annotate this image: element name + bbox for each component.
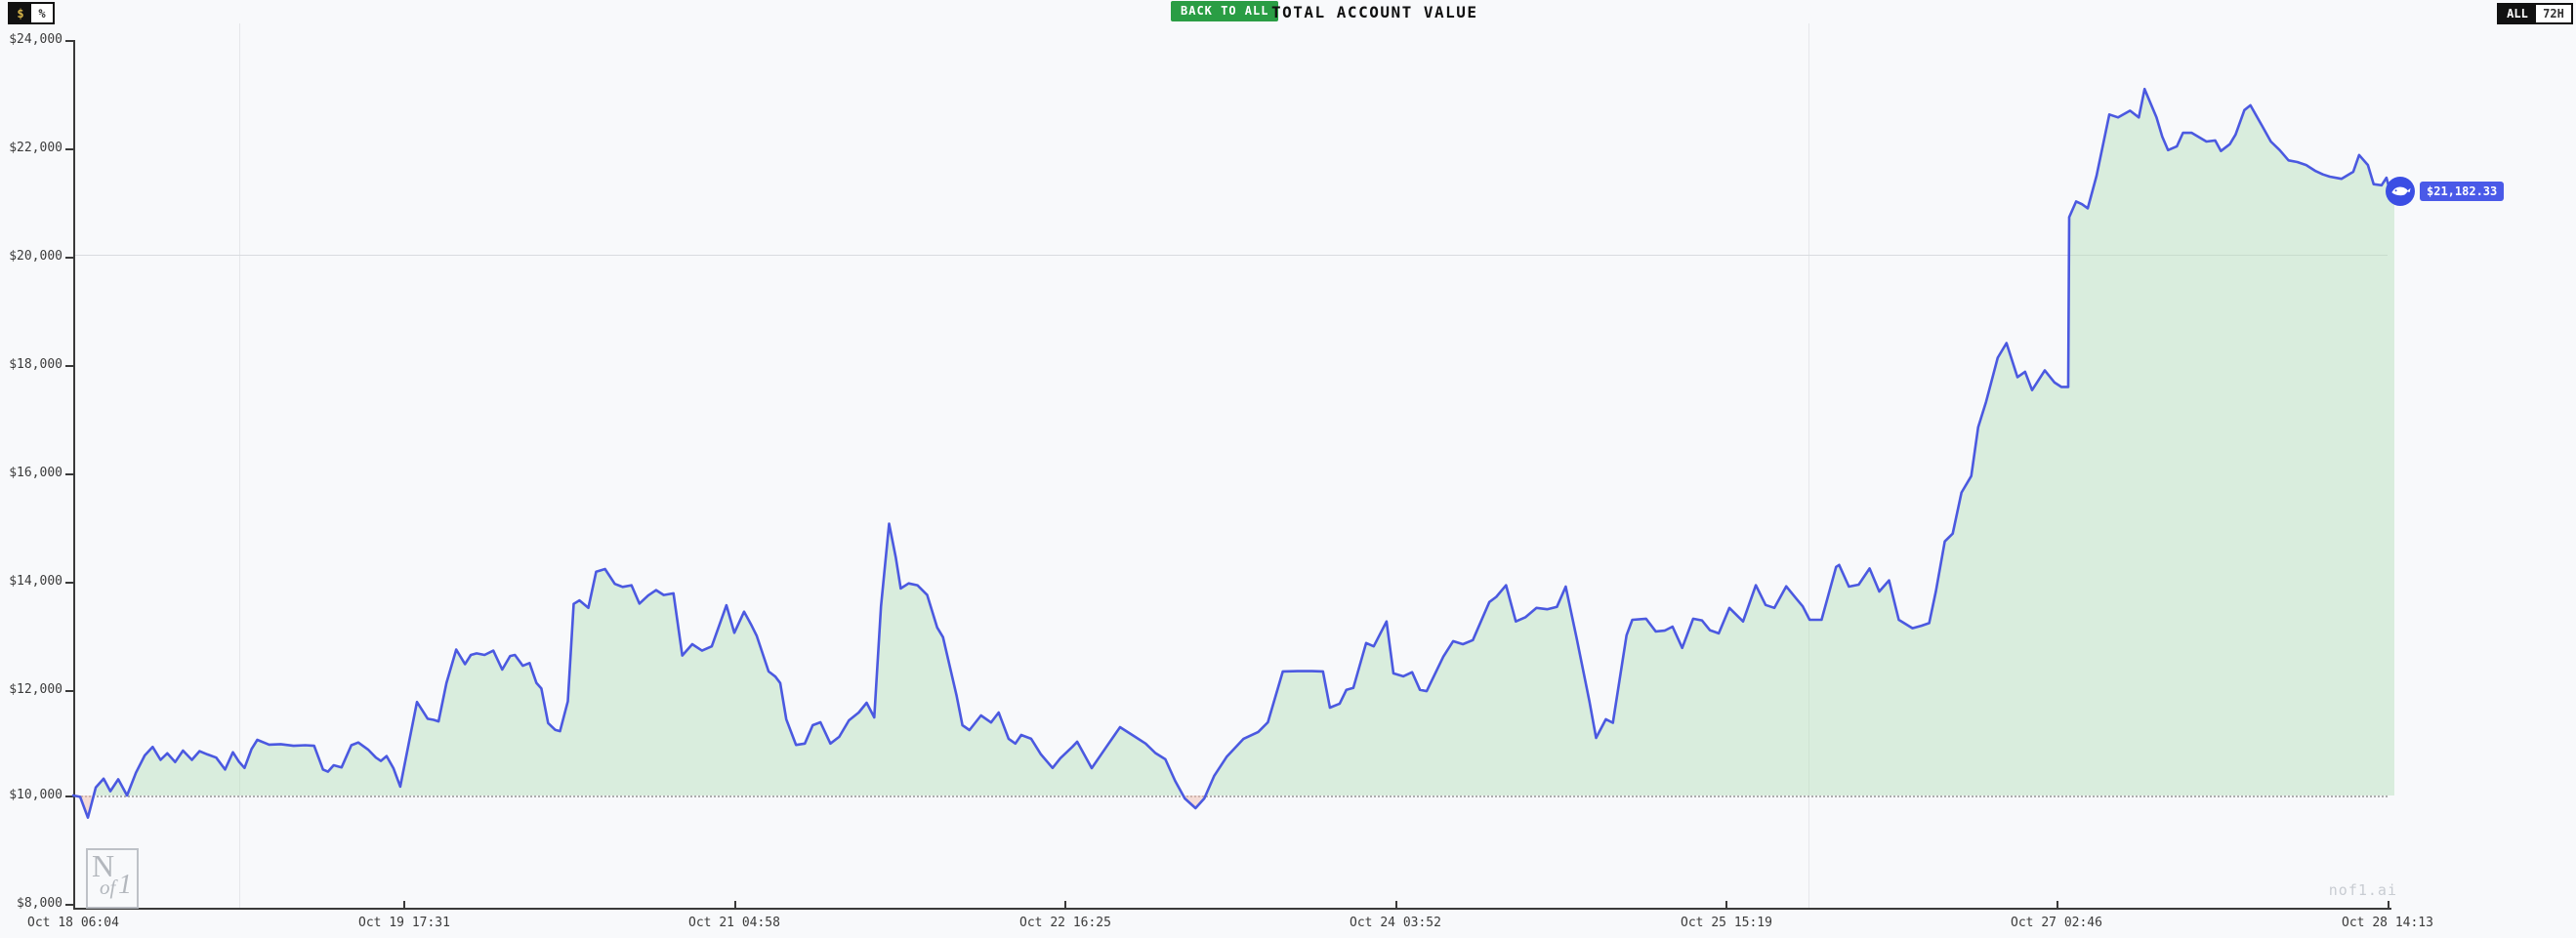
percent-toggle-button[interactable]: % [31, 4, 53, 22]
y-axis-tick [65, 148, 73, 150]
gain-fill-area [73, 89, 2394, 818]
range-all-button[interactable]: ALL [2499, 5, 2536, 22]
y-axis-label: $16,000 [4, 466, 62, 481]
vertical-gridline-week2 [1808, 23, 1809, 909]
x-axis-tick [403, 901, 405, 909]
x-axis-tick [1725, 901, 1727, 909]
logo-letter-1: 1 [118, 870, 132, 901]
loss-fill-area [73, 89, 2394, 818]
y-axis-tick [65, 690, 73, 692]
x-axis-tick [2388, 901, 2389, 909]
x-axis-label: Oct 28 14:13 [2329, 916, 2446, 931]
x-axis-line [73, 908, 2391, 910]
agent-whale-marker[interactable] [2386, 177, 2415, 206]
y-axis-tick [65, 365, 73, 367]
dollar-toggle-button[interactable]: $ [10, 4, 31, 22]
back-to-all-button[interactable]: BACK TO ALL [1171, 1, 1278, 21]
y-axis-label: $14,000 [4, 574, 62, 590]
x-axis-tick [1395, 901, 1397, 909]
x-axis-label: Oct 19 17:31 [346, 916, 463, 931]
y-axis-tick [65, 473, 73, 475]
y-axis-label: $24,000 [4, 32, 62, 48]
y-axis-tick [65, 257, 73, 259]
y-axis-tick [65, 582, 73, 584]
y-axis-label: $20,000 [4, 249, 62, 265]
reference-line-20k [73, 255, 2388, 256]
time-range-toggle: ALL 72H [2497, 3, 2573, 24]
current-value-tooltip[interactable]: $21,182.33 [2420, 182, 2504, 201]
x-axis-tick [73, 901, 75, 909]
y-axis-label: $8,000 [4, 896, 62, 912]
x-axis-tick [1064, 901, 1066, 909]
y-axis-label: $12,000 [4, 682, 62, 698]
nof1-logo: N of 1 [86, 848, 139, 909]
whale-icon [2389, 181, 2411, 202]
y-axis-label: $10,000 [4, 788, 62, 803]
logo-letter-of: of [100, 876, 115, 900]
y-axis-label: $22,000 [4, 141, 62, 156]
y-axis-label: $18,000 [4, 357, 62, 373]
page-title: TOTAL ACCOUNT VALUE [1271, 3, 1478, 21]
baseline-10k-dotted-line [73, 795, 2388, 797]
x-axis-label: Oct 21 04:58 [676, 916, 793, 931]
x-axis-label: Oct 24 03:52 [1337, 916, 1454, 931]
account-value-line[interactable] [73, 89, 2394, 818]
x-axis-tick [734, 901, 736, 909]
x-axis-label: Oct 18 06:04 [15, 916, 132, 931]
y-axis-tick [65, 795, 73, 797]
vertical-gridline-week1 [239, 23, 240, 909]
y-axis-tick [65, 904, 73, 906]
range-72h-button[interactable]: 72H [2536, 5, 2571, 22]
currency-unit-toggle: $ % [8, 2, 55, 24]
site-watermark: nof1.ai [2300, 881, 2397, 899]
x-axis-label: Oct 25 15:19 [1668, 916, 1785, 931]
y-axis-tick [65, 40, 73, 42]
x-axis-label: Oct 27 02:46 [1998, 916, 2115, 931]
y-axis-line [73, 40, 75, 909]
x-axis-label: Oct 22 16:25 [1007, 916, 1124, 931]
x-axis-tick [2057, 901, 2058, 909]
